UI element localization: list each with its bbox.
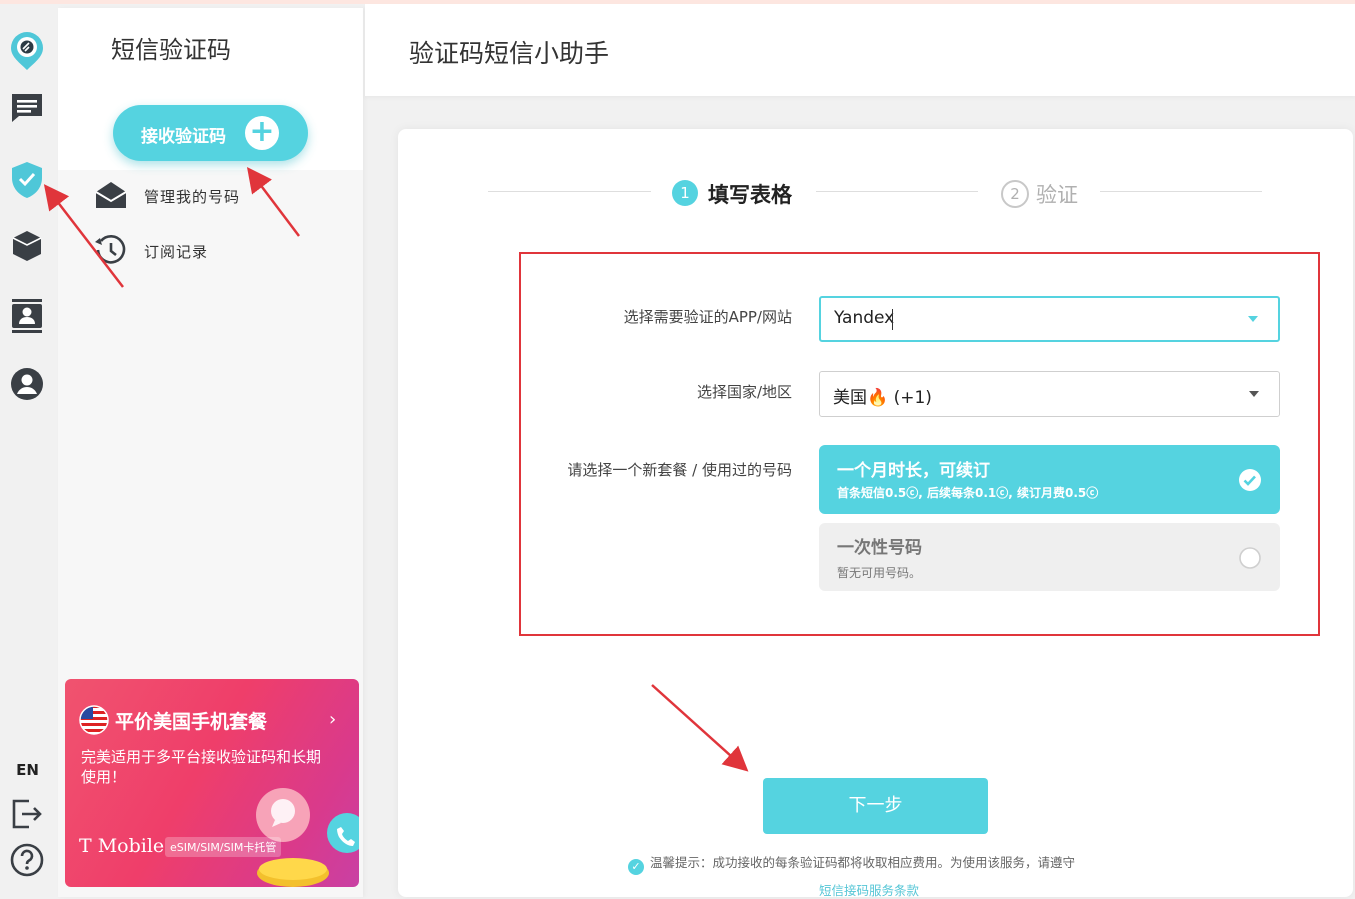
radio-empty-icon (1238, 546, 1262, 574)
plus-icon: + (245, 116, 279, 150)
sidebar-item-subscriptions[interactable]: 订阅记录 (94, 230, 334, 270)
plan-subtitle: 暂无可用号码。 (837, 566, 922, 580)
contacts-icon[interactable] (9, 296, 45, 333)
history-icon (94, 233, 128, 267)
sidebar-item-manage-numbers[interactable]: 管理我的号码 (94, 175, 334, 215)
country-select-value: 美国🔥 (+1) (833, 388, 932, 408)
next-button[interactable]: 下一步 (763, 778, 988, 834)
check-icon: ✓ (628, 859, 644, 875)
step-number-active: 1 (672, 180, 698, 206)
plan-option-onetime[interactable]: 一次性号码 暂无可用号码。 (819, 523, 1280, 591)
box-icon[interactable] (9, 228, 45, 264)
terms-link[interactable]: 短信接码服务条款 (819, 880, 919, 899)
logout-icon[interactable] (9, 796, 45, 832)
sidebar-item-label: 管理我的号码 (144, 188, 241, 206)
phone-icon (325, 811, 359, 859)
step-number-inactive: 2 (1001, 180, 1029, 208)
step-label-inactive: 验证 (1036, 183, 1078, 207)
logo-icon[interactable] (9, 30, 45, 70)
sidebar-item-label: 订阅记录 (144, 243, 209, 261)
text-cursor (892, 309, 893, 330)
chevron-down-icon (1248, 316, 1258, 322)
plan-title: 一次性号码 (837, 538, 922, 558)
language-toggle[interactable]: EN (0, 761, 55, 779)
plan-title: 一个月时长，可续订 (837, 461, 990, 481)
promo-tag: eSIM/SIM/SIM卡托管 (165, 837, 282, 857)
account-icon[interactable] (9, 366, 45, 402)
plan-subtitle: 首条短信0.5ⓒ, 后续每条0.1ⓒ, 续订月费0.5ⓒ (837, 486, 1099, 500)
fee-tip: ✓ 温馨提示：成功接收的每条验证码都将收取相应费用。为使用该服务，请遵守 (628, 852, 1075, 875)
promo-description: 完美适用于多平台接收验证码和长期使用！ (81, 748, 322, 786)
page-header: 验证码短信小助手 (365, 4, 1355, 96)
step-label-active: 填写表格 (708, 183, 792, 207)
app-select[interactable]: Yandex (819, 296, 1280, 342)
plan-field-label: 请选择一个新套餐 / 使用过的号码 (567, 461, 792, 479)
step-divider (488, 191, 651, 192)
sidebar-title: 短信验证码 (111, 36, 231, 64)
shield-check-icon[interactable] (9, 160, 45, 198)
fee-tip-text: 温馨提示：成功接收的每条验证码都将收取相应费用。为使用该服务，请遵守 (650, 855, 1076, 870)
check-circle-icon (1238, 468, 1262, 496)
chevron-down-icon (1249, 391, 1259, 397)
brand-logo: T Mobile (79, 835, 165, 857)
page-title: 验证码短信小助手 (409, 39, 610, 68)
promo-title: 平价美国手机套餐 (115, 711, 268, 733)
country-field-label: 选择国家/地区 (696, 383, 792, 401)
step-divider (816, 191, 978, 192)
icon-rail: EN (0, 4, 58, 897)
chevron-right-icon: › (329, 709, 337, 730)
message-icon[interactable] (9, 90, 45, 126)
coin-icon (255, 857, 331, 887)
receive-code-label: 接收验证码 (141, 127, 226, 147)
country-select[interactable]: 美国🔥 (+1) (819, 371, 1280, 417)
us-flag-icon (79, 705, 109, 739)
promo-banner[interactable]: 平价美国手机套餐 › 完美适用于多平台接收验证码和长期使用！ T Mobile … (65, 679, 359, 887)
help-icon[interactable] (9, 842, 45, 878)
app-field-label: 选择需要验证的APP/网站 (623, 308, 792, 326)
step-divider (1100, 191, 1262, 192)
app-select-value: Yandex (834, 308, 895, 328)
envelope-open-icon (94, 178, 128, 212)
receive-code-button[interactable]: 接收验证码 + (113, 105, 308, 161)
plan-option-monthly[interactable]: 一个月时长，可续订 首条短信0.5ⓒ, 后续每条0.1ⓒ, 续订月费0.5ⓒ (819, 445, 1280, 514)
